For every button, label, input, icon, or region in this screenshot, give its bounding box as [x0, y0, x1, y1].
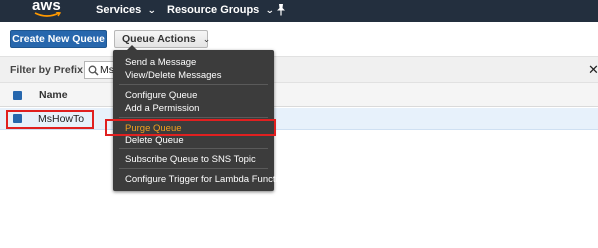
menu-item-view-delete-messages[interactable]: View/Delete Messages	[125, 70, 221, 81]
resource-groups-menu[interactable]: Resource Groups ⌄	[167, 4, 275, 16]
services-label: Services	[96, 4, 142, 16]
filter-value: Ms	[100, 64, 114, 76]
menu-divider	[119, 168, 268, 169]
select-all-checkbox[interactable]	[13, 91, 22, 100]
queue-actions-label: Queue Actions	[122, 33, 196, 45]
search-icon	[88, 65, 99, 76]
menu-item-subscribe-sns[interactable]: Subscribe Queue to SNS Topic	[125, 154, 256, 165]
pin-icon[interactable]	[276, 4, 286, 16]
filter-bar: Filter by Prefix: Ms ✕	[0, 56, 598, 83]
menu-item-configure-lambda-trigger[interactable]: Configure Trigger for Lambda Function	[125, 174, 288, 185]
menu-divider	[119, 84, 268, 85]
menu-item-configure-queue[interactable]: Configure Queue	[125, 90, 197, 101]
menu-pointer	[127, 45, 137, 50]
menu-divider	[119, 117, 268, 118]
highlight-box-queue-row	[6, 110, 94, 129]
create-new-queue-button[interactable]: Create New Queue	[10, 30, 107, 48]
clear-filter-icon[interactable]: ✕	[588, 62, 598, 78]
filter-label: Filter by Prefix:	[10, 64, 87, 76]
menu-divider	[119, 148, 268, 149]
highlight-box-purge-queue	[105, 119, 276, 136]
chevron-down-icon: ⌄	[202, 34, 211, 44]
table-header: Name	[0, 83, 598, 107]
column-header-name[interactable]: Name	[39, 89, 68, 101]
resource-groups-label: Resource Groups	[167, 4, 260, 16]
services-menu[interactable]: Services ⌄	[96, 4, 157, 16]
aws-smile-icon	[34, 12, 62, 17]
chevron-down-icon: ⌄	[265, 5, 275, 15]
menu-item-delete-queue[interactable]: Delete Queue	[125, 135, 184, 146]
menu-item-add-permission[interactable]: Add a Permission	[125, 103, 199, 114]
chevron-down-icon: ⌄	[147, 5, 157, 15]
top-nav-bar: aws Services ⌄ Resource Groups ⌄	[0, 0, 598, 22]
menu-item-send-message[interactable]: Send a Message	[125, 57, 196, 68]
aws-logo[interactable]: aws	[32, 0, 64, 19]
